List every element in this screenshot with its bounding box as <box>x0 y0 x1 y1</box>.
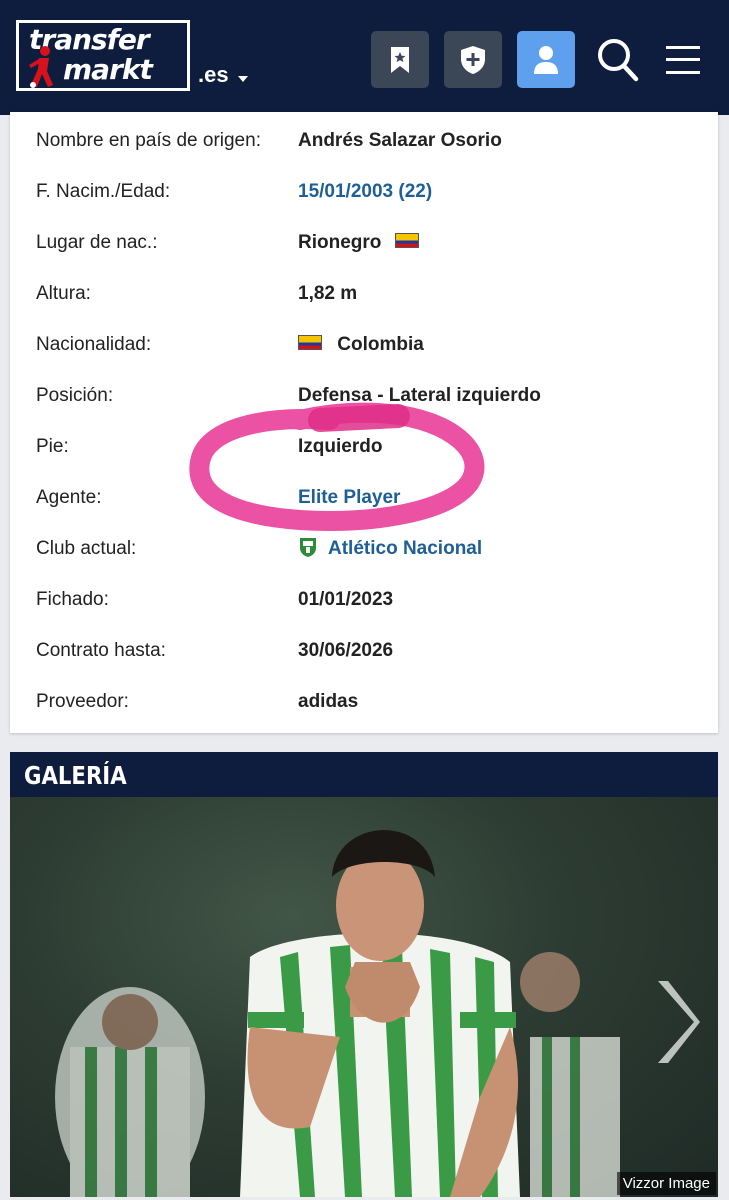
shield-plus-icon <box>461 45 485 74</box>
club-link[interactable]: Atlético Nacional <box>298 538 482 560</box>
row-value: Defensa - Lateral izquierdo <box>298 385 541 406</box>
data-row-outfitter: Proveedor: adidas <box>10 676 718 727</box>
row-label: Posición: <box>36 385 114 406</box>
row-value-wrap: Colombia <box>298 334 424 356</box>
menu-button[interactable] <box>659 36 707 84</box>
gallery-section: GALERÍA Vizzor Image <box>10 752 718 1197</box>
row-label: Nacionalidad: <box>36 334 152 355</box>
player-data-card: Nombre en país de origen: Andrés Salazar… <box>10 112 718 733</box>
bookmark-button[interactable] <box>371 31 429 88</box>
row-value: Colombia <box>337 334 424 355</box>
club-crest-icon <box>300 538 316 557</box>
row-label: Nombre en país de origen: <box>36 130 261 151</box>
logo-player-icon <box>29 46 53 88</box>
data-row-joined: Fichado: 01/01/2023 <box>10 574 718 625</box>
row-value: Rionegro <box>298 232 382 253</box>
row-value: adidas <box>298 691 359 712</box>
row-label: Lugar de nac.: <box>36 232 158 253</box>
birthdate-link[interactable]: 15/01/2003 (22) <box>298 181 432 203</box>
gallery-title: GALERÍA <box>24 761 127 790</box>
row-label: Club actual: <box>36 538 137 559</box>
row-label: Altura: <box>36 283 91 304</box>
agent-link[interactable]: Elite Player <box>298 487 400 509</box>
data-row-foot: Pie: Izquierdo <box>10 421 718 472</box>
row-label: Pie: <box>36 436 69 457</box>
transfermarkt-logo[interactable]: transfer markt <box>16 20 190 91</box>
club-shield-button[interactable] <box>444 31 502 88</box>
data-row-height: Altura: 1,82 m <box>10 268 718 319</box>
top-navbar: transfer markt .es <box>0 0 729 115</box>
row-label: F. Nacim./Edad: <box>36 181 171 202</box>
row-label: Fichado: <box>36 589 109 610</box>
bookmark-star-icon <box>391 46 409 73</box>
row-value-wrap: Rionegro <box>298 232 419 254</box>
hamburger-menu-icon <box>666 46 700 74</box>
data-row-native-name: Nombre en país de origen: Andrés Salazar… <box>10 115 718 166</box>
data-row-agent: Agente: Elite Player <box>10 472 718 523</box>
player-photo-illustration <box>55 830 620 1197</box>
logo-text-markt: markt <box>63 53 153 86</box>
profile-button[interactable] <box>517 31 575 88</box>
gallery-header: GALERÍA <box>10 752 718 797</box>
row-value: Andrés Salazar Osorio <box>298 130 502 151</box>
domain-selector[interactable]: .es <box>198 62 229 88</box>
data-row-birthplace: Lugar de nac.: Rionegro <box>10 217 718 268</box>
row-label: Proveedor: <box>36 691 129 712</box>
search-button[interactable] <box>594 36 642 84</box>
colombia-flag-icon <box>298 335 322 351</box>
row-value: Izquierdo <box>298 436 383 457</box>
data-row-contract: Contrato hasta: 30/06/2026 <box>10 625 718 676</box>
row-label: Contrato hasta: <box>36 640 166 661</box>
gallery-photo[interactable]: Vizzor Image <box>10 797 718 1197</box>
colombia-flag-icon <box>394 233 419 249</box>
data-row-birthdate: F. Nacim./Edad: 15/01/2003 (22) <box>10 166 718 217</box>
row-label: Agente: <box>36 487 102 508</box>
gallery-next-arrow-icon[interactable] <box>650 977 702 1067</box>
photo-credit: Vizzor Image <box>616 1172 716 1195</box>
club-name: Atlético Nacional <box>328 538 483 560</box>
data-row-nationality: Nacionalidad: Colombia <box>10 319 718 370</box>
row-value: 1,82 m <box>298 283 358 304</box>
user-icon <box>534 45 558 74</box>
data-row-position: Posición: Defensa - Lateral izquierdo <box>10 370 718 421</box>
caret-down-icon[interactable] <box>238 76 248 82</box>
search-icon <box>598 39 639 82</box>
row-value: 01/01/2023 <box>298 589 394 610</box>
row-value: 30/06/2026 <box>298 640 394 661</box>
data-row-current-club: Club actual: Atlético Nacional <box>10 523 718 574</box>
